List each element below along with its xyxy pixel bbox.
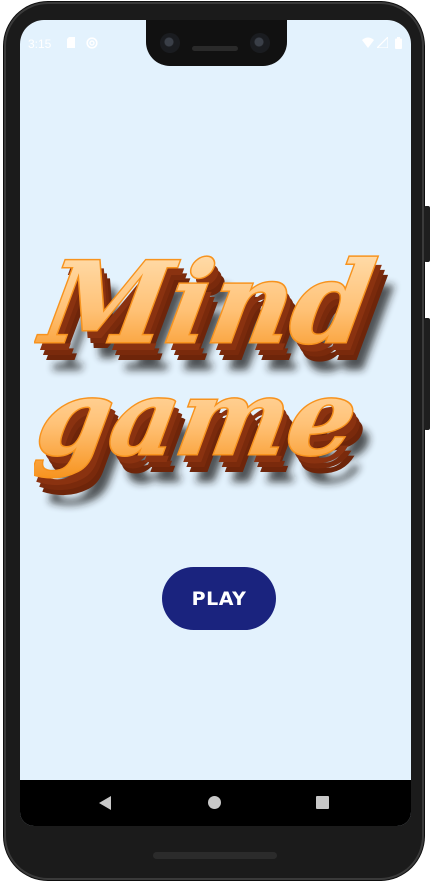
battery-icon (395, 37, 402, 49)
recents-icon[interactable] (316, 796, 329, 809)
wifi-icon (362, 37, 374, 48)
sd-card-icon (67, 37, 75, 48)
front-camera-icon (160, 33, 180, 53)
earpiece-speaker (192, 46, 238, 51)
power-button (424, 206, 430, 262)
play-button[interactable]: PLAY (162, 567, 276, 630)
at-sign-icon (86, 37, 98, 49)
home-icon[interactable] (208, 796, 221, 809)
logo-line-2: game (34, 357, 366, 479)
volume-button (424, 318, 430, 430)
signal-icon (377, 37, 388, 48)
camera-notch (146, 20, 287, 66)
bottom-speaker (153, 852, 277, 859)
navigation-bar (20, 780, 411, 826)
mind-game-logo: Mind game Mind game Mind game Mind game … (34, 235, 400, 506)
logo-line-1: Mind (34, 237, 383, 369)
front-sensor-icon (250, 33, 270, 53)
status-time: 3:15 (28, 37, 52, 51)
back-icon[interactable] (98, 795, 112, 811)
screen: 3:15 Mind game Mind game Mind game Mind … (20, 20, 411, 826)
